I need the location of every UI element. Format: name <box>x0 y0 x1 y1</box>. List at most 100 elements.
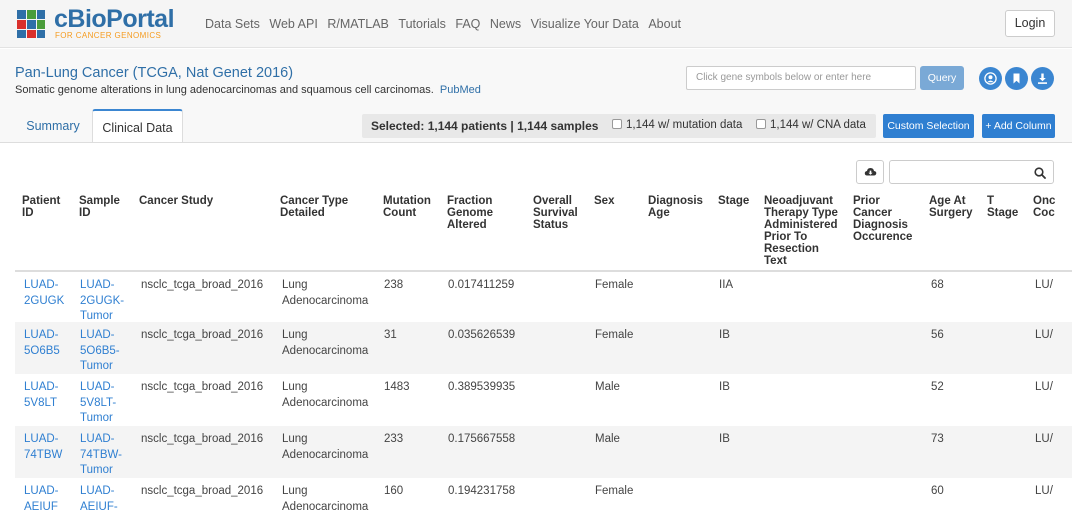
column-header-line: Sex <box>594 195 615 207</box>
column-header-line: Fraction <box>447 195 493 207</box>
table-search-input[interactable] <box>889 160 1054 184</box>
patient-id-cell[interactable]: LUAD- 2GUGK <box>24 278 64 309</box>
table-row: LUAD- 74TBW LUAD- 74TBW- Tumor nsclc_tcga_bro… <box>15 426 1072 478</box>
cbioportal-logo[interactable]: cBioPortal FOR CANCER GENOMICS <box>15 6 175 42</box>
column-header-oncotree-code[interactable]: Onc Coc <box>1033 195 1055 219</box>
nav-tutorials[interactable]: Tutorials <box>398 17 445 31</box>
nav-faq[interactable]: FAQ <box>455 17 480 31</box>
column-header-patient-id[interactable]: Patient ID <box>22 195 60 219</box>
nav-about[interactable]: About <box>648 17 681 31</box>
mutation-data-checkbox[interactable]: 1,144 w/ mutation data <box>612 119 742 131</box>
column-header-overall-survival-status[interactable]: Overall Survival Status <box>533 195 578 231</box>
column-header-line: Neoadjuvant <box>764 195 834 207</box>
age-at-surgery-cell: 60 <box>931 485 944 497</box>
cell-line: LUAD- <box>24 329 59 341</box>
column-header-sex[interactable]: Sex <box>594 195 614 207</box>
oncotree-code-cell: LU/ <box>1035 485 1053 497</box>
cell-line: LUAD- <box>80 279 115 291</box>
gene-query-input[interactable]: Click gene symbols below or enter here <box>686 66 916 90</box>
cancer-study-cell: nsclc_tcga_broad_2016 <box>141 381 264 393</box>
bookmark-button[interactable] <box>1005 67 1028 90</box>
tab-summary[interactable]: Summary <box>17 109 89 143</box>
cancer-type-cell: Lung Adenocarcinoma <box>282 380 368 411</box>
cna-data-checkbox[interactable]: 1,144 w/ CNA data <box>756 119 866 131</box>
column-header-line: Therapy Type <box>764 207 838 219</box>
sample-id-cell[interactable]: LUAD- 2GUGK- Tumor <box>80 278 124 325</box>
cell-line: 2GUGK <box>24 294 65 307</box>
column-header-line: Diagnosis <box>648 195 703 207</box>
column-header-stage[interactable]: Stage <box>718 195 749 207</box>
sample-id-cell[interactable]: LUAD- 5O6B5- Tumor <box>80 328 120 375</box>
column-header-line: Text <box>764 255 787 267</box>
study-description-text: Somatic genome alterations in lung adeno… <box>15 84 434 96</box>
column-header-line: Administered <box>764 219 838 231</box>
sex-cell: Female <box>595 329 634 341</box>
cell-line: LUAD- <box>24 279 59 291</box>
cell-line: Tumor <box>80 360 113 372</box>
age-at-surgery-cell: 68 <box>931 279 944 291</box>
login-button[interactable]: Login <box>1005 10 1055 37</box>
nav-news[interactable]: News <box>490 17 521 31</box>
custom-selection-button[interactable]: Custom Selection <box>883 114 974 138</box>
bookmark-icon <box>1013 73 1020 84</box>
patient-id-cell[interactable]: LUAD- 74TBW <box>24 432 62 463</box>
pubmed-link[interactable]: PubMed <box>440 84 481 96</box>
column-header-diagnosis-age[interactable]: Diagnosis Age <box>648 195 703 219</box>
table-row: LUAD- 2GUGK LUAD- 2GUGK- Tumor nsclc_tcga_bro… <box>15 272 1072 322</box>
column-header-fraction-genome-altered[interactable]: Fraction Genome Altered <box>447 195 493 231</box>
age-at-surgery-cell: 73 <box>931 433 944 445</box>
download-table-button[interactable] <box>856 160 884 184</box>
column-header-cancer-study[interactable]: Cancer Study <box>139 195 213 207</box>
cancer-type-cell: Lung Adenocarcinoma <box>282 328 368 359</box>
cell-line: 2GUGK- <box>80 294 125 307</box>
sample-id-cell[interactable]: LUAD- 74TBW- Tumor <box>80 432 122 479</box>
cna-checkbox-box[interactable] <box>756 119 766 129</box>
cancer-study-cell: nsclc_tcga_broad_2016 <box>141 279 264 291</box>
column-header-t-stage[interactable]: T Stage <box>987 195 1018 219</box>
nav-visualize-your-data[interactable]: Visualize Your Data <box>531 17 639 31</box>
cell-line: Lung <box>282 433 308 445</box>
column-header-cancer-type-detailed[interactable]: Cancer Type Detailed <box>280 195 348 219</box>
nav-data-sets[interactable]: Data Sets <box>205 17 260 31</box>
column-header-age-at-surgery[interactable]: Age At Surgery <box>929 195 972 219</box>
column-header-line: ID <box>22 207 34 219</box>
column-header-line: Overall <box>533 195 572 207</box>
fraction-genome-altered-cell: 0.017411259 <box>448 279 515 291</box>
column-header-line: Sample <box>79 195 120 207</box>
column-header-mutation-count[interactable]: Mutation Count <box>383 195 431 219</box>
cell-line: LUAD- <box>24 381 59 393</box>
add-column-button[interactable]: + Add Column <box>982 114 1055 138</box>
column-header-line: Cancer Type <box>280 195 349 207</box>
fraction-genome-altered-cell: 0.175667558 <box>448 433 516 445</box>
patient-id-cell[interactable]: LUAD- AEIUF <box>24 484 59 515</box>
sample-id-cell[interactable]: LUAD-AEIUF-Tumor <box>80 484 118 515</box>
mutation-count-cell: 160 <box>384 485 404 497</box>
cancer-type-cell: Lung Adenocarcinoma <box>282 432 368 463</box>
cell-line: LUAD- <box>24 485 59 497</box>
column-header-line: Cancer <box>853 207 892 219</box>
table-row: LUAD- 5O6B5 LUAD- 5O6B5- Tumor nsclc_tcga_bro… <box>15 322 1072 374</box>
download-study-button[interactable] <box>1031 67 1054 90</box>
nav-web-api[interactable]: Web API <box>269 17 317 31</box>
study-title: Pan-Lung Cancer (TCGA, Nat Genet 2016) <box>15 65 294 81</box>
patient-id-cell[interactable]: LUAD- 5V8LT <box>24 380 59 411</box>
user-circle-button[interactable] <box>979 67 1002 90</box>
selection-summary: Selected: 1,144 patients | 1,144 samples <box>371 119 599 133</box>
cell-line: AEIUF <box>24 500 58 513</box>
column-header-prior-cancer-diagnosis[interactable]: Prior Cancer Diagnosis Occurence <box>853 195 912 243</box>
column-header-sample-id[interactable]: Sample ID <box>79 195 120 219</box>
sample-id-cell[interactable]: LUAD- 5V8LT- Tumor <box>80 380 116 427</box>
age-at-surgery-cell: 52 <box>931 381 944 393</box>
nav-r-matlab[interactable]: R/MATLAB <box>327 17 389 31</box>
patient-id-cell[interactable]: LUAD- 5O6B5 <box>24 328 60 359</box>
cancer-type-cell: Lung Adenocarcinoma <box>282 484 368 515</box>
mutation-checkbox-box[interactable] <box>612 119 622 129</box>
table-row: LUAD- 5V8LT LUAD- 5V8LT- Tumor nsclc_tcga_bro… <box>15 374 1072 426</box>
column-header-neoadjuvant-therapy[interactable]: Neoadjuvant Therapy Type Administered Prior… <box>764 195 838 267</box>
tab-clinical-data[interactable]: Clinical Data <box>92 109 183 143</box>
sex-cell: Female <box>595 485 634 497</box>
fraction-genome-altered-cell: 0.194231758 <box>448 485 516 497</box>
cell-line: Adenocarcinoma <box>282 500 369 513</box>
column-header-line: Prior To <box>764 231 808 243</box>
query-button[interactable]: Query <box>920 66 964 90</box>
